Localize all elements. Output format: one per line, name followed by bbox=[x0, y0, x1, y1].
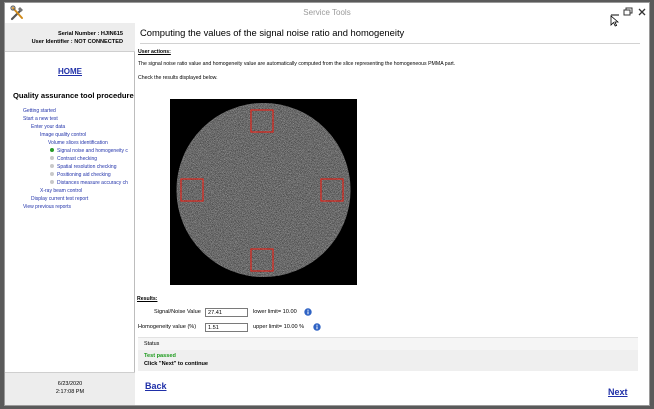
check-results-text: Check the results displayed below. bbox=[138, 75, 218, 81]
noise-texture bbox=[176, 103, 351, 277]
back-button[interactable]: Back bbox=[145, 381, 167, 391]
active-step-icon bbox=[50, 148, 54, 153]
tree-item-enter-data[interactable]: Enter your data bbox=[31, 124, 65, 130]
title-bar: Service Tools bbox=[5, 3, 649, 27]
snr-value-field: 27.41 bbox=[205, 308, 248, 317]
pending-step-icon bbox=[50, 172, 54, 177]
home-link[interactable]: HOME bbox=[5, 67, 135, 76]
homogeneity-value-field: 1.51 bbox=[205, 323, 248, 332]
tree-item-contrast[interactable]: Contrast checking bbox=[50, 156, 97, 162]
tree-item-signal-noise[interactable]: Signal noise and homogeneity c bbox=[50, 148, 128, 154]
results-label: Results: bbox=[137, 296, 158, 302]
tree-item-display-report[interactable]: Display current test report bbox=[31, 196, 88, 202]
datetime-panel: 6/23/2020 2:17:08 PM bbox=[5, 372, 135, 405]
tree-item-label: Signal noise and homogeneity c bbox=[57, 148, 128, 154]
tree-item-label: Spatial resolution checking bbox=[57, 164, 117, 170]
test-passed-text: Test passed bbox=[144, 353, 176, 359]
tree-item-spatial-resolution[interactable]: Spatial resolution checking bbox=[50, 164, 116, 170]
serial-number-text: Serial Number : HJIN615 bbox=[58, 31, 123, 37]
tree-item-xray-beam[interactable]: X-ray beam control bbox=[40, 188, 82, 194]
phantom-slice-svg bbox=[176, 103, 351, 277]
instruction-text: The signal noise ratio value and homogen… bbox=[138, 61, 456, 67]
tree-item-previous-reports[interactable]: View previous reports bbox=[23, 204, 71, 210]
phantom-slice-image bbox=[170, 99, 357, 285]
homogeneity-limit: upper limit= 10.00 % bbox=[253, 324, 305, 330]
restore-icon[interactable] bbox=[622, 6, 634, 18]
tree-item-label: Distances measure accuracy ch bbox=[57, 180, 128, 186]
pending-step-icon bbox=[50, 180, 54, 185]
tree-item-label: Contrast checking bbox=[57, 156, 98, 162]
snr-limit: lower limit= 10.00 bbox=[253, 309, 297, 315]
status-panel: Test passed Click "Next" to continue bbox=[138, 350, 638, 371]
status-header: Status bbox=[138, 337, 638, 351]
current-time: 2:17:08 PM bbox=[55, 389, 85, 395]
status-label: Status bbox=[144, 341, 160, 347]
homogeneity-info-icon[interactable] bbox=[313, 323, 321, 331]
sidebar: Serial Number : HJIN615 User Identifier … bbox=[5, 23, 135, 405]
tree-item-positioning-aid[interactable]: Positioning aid checking bbox=[50, 172, 111, 178]
main-content: Computing the values of the signal noise… bbox=[136, 23, 649, 405]
snr-label: Signal/Noise Value bbox=[154, 309, 201, 315]
user-actions-label: User actions: bbox=[138, 49, 171, 55]
tree-item-start-new-test[interactable]: Start a new test bbox=[23, 116, 58, 122]
close-icon[interactable] bbox=[636, 6, 648, 18]
tree-item-distances-accuracy[interactable]: Distances measure accuracy ch bbox=[50, 180, 128, 186]
procedure-title: Quality assurance tool procedure bbox=[13, 91, 134, 100]
user-identifier-text: User Identifier : NOT CONNECTED bbox=[31, 39, 123, 45]
tree-item-label: Positioning aid checking bbox=[57, 172, 111, 178]
continue-hint-text: Click "Next" to continue bbox=[144, 361, 209, 367]
page-title: Computing the values of the signal noise… bbox=[140, 27, 405, 38]
snr-info-icon[interactable] bbox=[304, 308, 312, 316]
device-info-panel: Serial Number : HJIN615 User Identifier … bbox=[5, 23, 135, 52]
pending-step-icon bbox=[50, 164, 54, 169]
window-title: Service Tools bbox=[303, 8, 351, 17]
next-button[interactable]: Next bbox=[608, 387, 628, 397]
tree-item-volume-slices[interactable]: Volume slices identification bbox=[48, 140, 108, 146]
service-tools-window: Service Tools Serial Number : HJIN615 Us… bbox=[4, 2, 650, 406]
tree-item-image-quality-control[interactable]: Image quality control bbox=[40, 132, 86, 138]
pending-step-icon bbox=[50, 156, 54, 161]
current-date: 6/23/2020 bbox=[57, 381, 83, 387]
tree-item-getting-started[interactable]: Getting started bbox=[23, 108, 56, 114]
homogeneity-label: Homogeneity value (%) bbox=[138, 324, 197, 330]
title-divider bbox=[140, 43, 640, 44]
